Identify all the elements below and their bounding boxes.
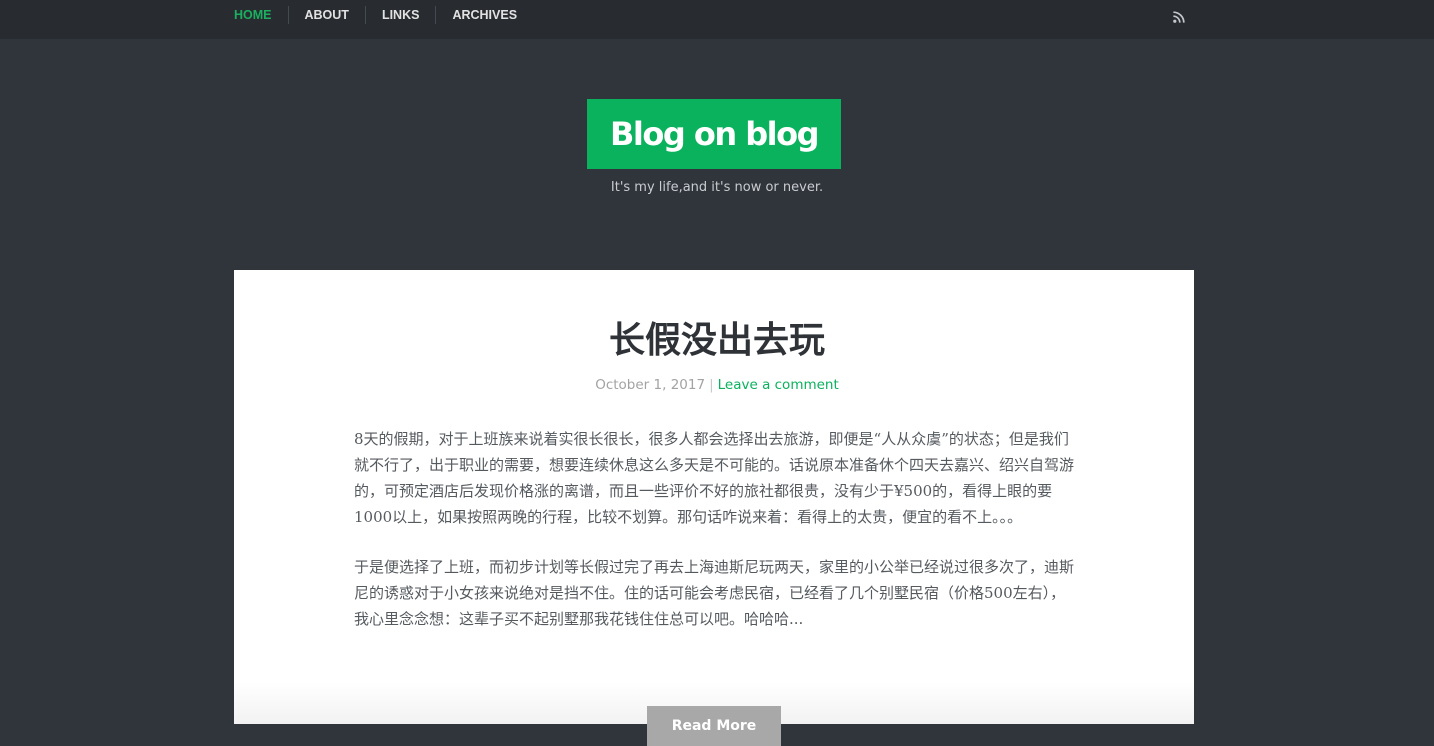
top-navigation-bar: HOME ABOUT LINKS ARCHIVES <box>0 0 1434 39</box>
rss-icon-graphic <box>1173 11 1185 23</box>
nav-home-link[interactable]: HOME <box>234 6 288 24</box>
rss-icon[interactable] <box>1173 8 1185 23</box>
nav-about-link[interactable]: ABOUT <box>287 6 365 24</box>
main-nav: HOME ABOUT LINKS ARCHIVES <box>234 0 533 30</box>
meta-separator: | <box>709 377 714 393</box>
post-meta: October 1, 2017 | Leave a comment <box>0 377 1434 393</box>
post-paragraph: 于是便选择了上班，而初步计划等长假过完了再去上海迪斯尼玩两天，家里的小公举已经说… <box>354 558 1075 628</box>
nav-archives-link[interactable]: ARCHIVES <box>435 6 533 24</box>
site-tagline: It's my life,and it's now or never. <box>610 180 824 195</box>
post-date[interactable]: October 1, 2017 <box>595 377 705 393</box>
read-more-button[interactable]: Read More <box>647 706 781 746</box>
site-logo[interactable]: Blog on blog <box>587 99 841 169</box>
post-title[interactable]: 长假没出去玩 <box>0 318 1434 364</box>
leave-comment-link[interactable]: Leave a comment <box>718 377 839 393</box>
post-paragraph: 8天的假期，对于上班族来说着实很长很长，很多人都会选择出去旅游，即便是“人从众虞… <box>354 430 1075 526</box>
post-excerpt: 8天的假期，对于上班族来说着实很长很长，很多人都会选择出去旅游，即便是“人从众虞… <box>354 426 1078 656</box>
nav-links-link[interactable]: LINKS <box>364 6 436 24</box>
